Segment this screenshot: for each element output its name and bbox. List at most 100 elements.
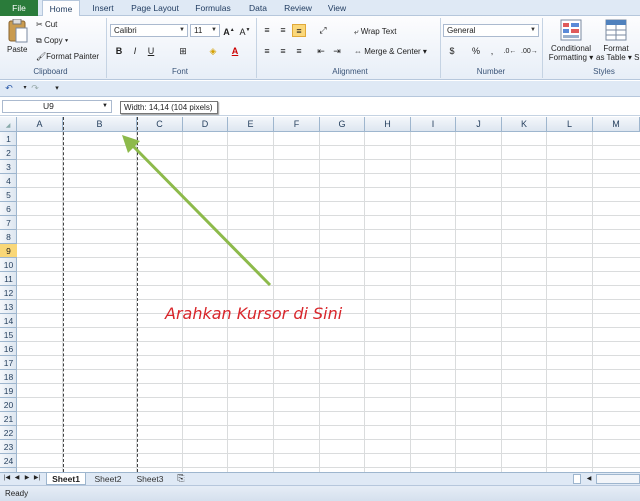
merge-center-button[interactable]: ⇔ Merge & Center ▾ bbox=[354, 47, 427, 56]
row-header[interactable]: 17 bbox=[0, 356, 17, 370]
tab-insert[interactable]: Insert bbox=[84, 0, 122, 16]
tab-file[interactable]: File bbox=[0, 0, 38, 16]
tab-view[interactable]: View bbox=[322, 0, 352, 16]
row-header[interactable]: 5 bbox=[0, 188, 17, 202]
row-header[interactable]: 11 bbox=[0, 272, 17, 286]
grow-font-button[interactable]: A▲ bbox=[222, 24, 236, 37]
styles-group-label: Styles bbox=[593, 67, 615, 76]
row-header[interactable]: 14 bbox=[0, 314, 17, 328]
column-header[interactable]: F bbox=[274, 117, 320, 132]
increase-indent-icon[interactable]: ⇥ bbox=[330, 45, 344, 58]
align-left-icon[interactable]: ≡ bbox=[260, 45, 274, 58]
borders-icon[interactable]: ⊞ bbox=[176, 45, 190, 58]
column-header[interactable]: K bbox=[502, 117, 547, 132]
font-color-icon[interactable]: A bbox=[228, 45, 242, 58]
name-box[interactable]: U9 ▼ bbox=[2, 100, 112, 113]
currency-button[interactable]: $ bbox=[445, 45, 459, 58]
tab-data[interactable]: Data bbox=[242, 0, 274, 16]
paste-button[interactable]: Paste bbox=[7, 45, 27, 54]
format-as-table-button[interactable]: Format as Table ▾ S bbox=[596, 44, 639, 62]
next-sheet-icon[interactable]: ▶ bbox=[22, 472, 32, 485]
scroll-left-icon[interactable]: ◀ bbox=[584, 474, 594, 484]
insert-sheet-icon[interactable]: ⎘ bbox=[174, 472, 188, 485]
copy-icon: ⧉ bbox=[36, 36, 44, 45]
format-as-table-icon[interactable] bbox=[605, 19, 627, 41]
tab-home[interactable]: Home bbox=[42, 0, 80, 17]
column-header[interactable]: I bbox=[411, 117, 456, 132]
row-header[interactable]: 10 bbox=[0, 258, 17, 272]
sheet-tab-sheet3[interactable]: Sheet3 bbox=[130, 473, 170, 485]
percent-button[interactable]: % bbox=[469, 45, 483, 58]
row-header[interactable]: 22 bbox=[0, 426, 17, 440]
increase-decimal-icon[interactable]: .0← bbox=[503, 45, 517, 58]
row-header[interactable]: 4 bbox=[0, 174, 17, 188]
font-name-select[interactable]: Calibri ▼ bbox=[110, 24, 188, 37]
orientation-icon[interactable]: ⤢ bbox=[316, 24, 330, 37]
sheet-tab-bar: |◀ ◀ ▶ ▶| Sheet1 Sheet2 Sheet3 ⎘ ◀ bbox=[0, 472, 640, 485]
chevron-down-icon: ▼ bbox=[102, 103, 108, 109]
row-header[interactable]: 19 bbox=[0, 384, 17, 398]
column-header[interactable]: L bbox=[547, 117, 593, 132]
tab-page-layout[interactable]: Page Layout bbox=[126, 0, 184, 16]
decrease-indent-icon[interactable]: ⇤ bbox=[314, 45, 328, 58]
redo-icon[interactable]: ↷ bbox=[28, 82, 42, 95]
select-all-button[interactable]: ◢ bbox=[0, 117, 17, 132]
italic-button[interactable]: I bbox=[128, 45, 142, 58]
align-bottom-icon[interactable]: ≡ bbox=[292, 24, 306, 37]
bold-button[interactable]: B bbox=[112, 45, 126, 58]
align-center-icon[interactable]: ≡ bbox=[276, 45, 290, 58]
row-header[interactable]: 2 bbox=[0, 146, 17, 160]
column-width-tooltip: Width: 14,14 (104 pixels) bbox=[120, 101, 218, 114]
row-header[interactable]: 8 bbox=[0, 230, 17, 244]
row-header-active[interactable]: 9 bbox=[0, 244, 17, 258]
undo-icon[interactable]: ↶ bbox=[2, 82, 16, 95]
gridline bbox=[364, 132, 365, 472]
row-header[interactable]: 12 bbox=[0, 286, 17, 300]
sheet-tab-sheet1[interactable]: Sheet1 bbox=[46, 473, 86, 485]
tab-review[interactable]: Review bbox=[280, 0, 316, 16]
scrollbar-splitter[interactable] bbox=[573, 474, 581, 484]
sheet-tab-sheet2[interactable]: Sheet2 bbox=[88, 473, 128, 485]
comma-button[interactable]: , bbox=[485, 45, 499, 58]
underline-button[interactable]: U bbox=[144, 45, 158, 58]
row-header[interactable]: 7 bbox=[0, 216, 17, 230]
column-header[interactable]: H bbox=[365, 117, 411, 132]
conditional-formatting-icon[interactable] bbox=[560, 19, 582, 41]
wrap-text-button[interactable]: ⤶ Wrap Text bbox=[354, 27, 396, 37]
font-size-select[interactable]: 11 ▼ bbox=[190, 24, 220, 37]
row-header[interactable]: 15 bbox=[0, 328, 17, 342]
last-sheet-icon[interactable]: ▶| bbox=[32, 472, 42, 485]
row-header[interactable]: 16 bbox=[0, 342, 17, 356]
tab-formulas[interactable]: Formulas bbox=[190, 0, 236, 16]
row-header[interactable]: 23 bbox=[0, 440, 17, 454]
align-right-icon[interactable]: ≡ bbox=[292, 45, 306, 58]
column-header[interactable]: G bbox=[320, 117, 365, 132]
number-format-select[interactable]: General ▼ bbox=[443, 24, 539, 37]
decrease-decimal-icon[interactable]: .00→ bbox=[521, 45, 538, 58]
prev-sheet-icon[interactable]: ◀ bbox=[12, 472, 22, 485]
first-sheet-icon[interactable]: |◀ bbox=[2, 472, 12, 485]
shrink-font-button[interactable]: A▼ bbox=[238, 24, 252, 37]
format-painter-button[interactable]: 🖌Format Painter bbox=[36, 52, 99, 61]
customize-qat-icon[interactable]: ▾ bbox=[50, 82, 64, 95]
cut-button[interactable]: ✂ Cut bbox=[36, 20, 57, 29]
copy-button[interactable]: ⧉ Copy ▾ bbox=[36, 36, 68, 46]
horizontal-scrollbar[interactable] bbox=[596, 474, 640, 484]
fill-color-icon[interactable]: ◈ bbox=[206, 45, 220, 58]
row-header[interactable]: 3 bbox=[0, 160, 17, 174]
align-top-icon[interactable]: ≡ bbox=[260, 24, 274, 37]
number-group-label: Number bbox=[476, 67, 506, 76]
row-header[interactable]: 20 bbox=[0, 398, 17, 412]
row-header[interactable]: 21 bbox=[0, 412, 17, 426]
row-header[interactable]: 24 bbox=[0, 454, 17, 468]
column-header[interactable]: M bbox=[593, 117, 640, 132]
column-header[interactable]: A bbox=[17, 117, 63, 132]
paste-icon[interactable] bbox=[5, 18, 29, 45]
column-header[interactable]: J bbox=[456, 117, 502, 132]
row-header[interactable]: 6 bbox=[0, 202, 17, 216]
row-header[interactable]: 1 bbox=[0, 132, 17, 146]
align-middle-icon[interactable]: ≡ bbox=[276, 24, 290, 37]
conditional-formatting-button[interactable]: Conditional Formatting ▾ bbox=[547, 44, 595, 62]
row-header[interactable]: 18 bbox=[0, 370, 17, 384]
row-header[interactable]: 13 bbox=[0, 300, 17, 314]
